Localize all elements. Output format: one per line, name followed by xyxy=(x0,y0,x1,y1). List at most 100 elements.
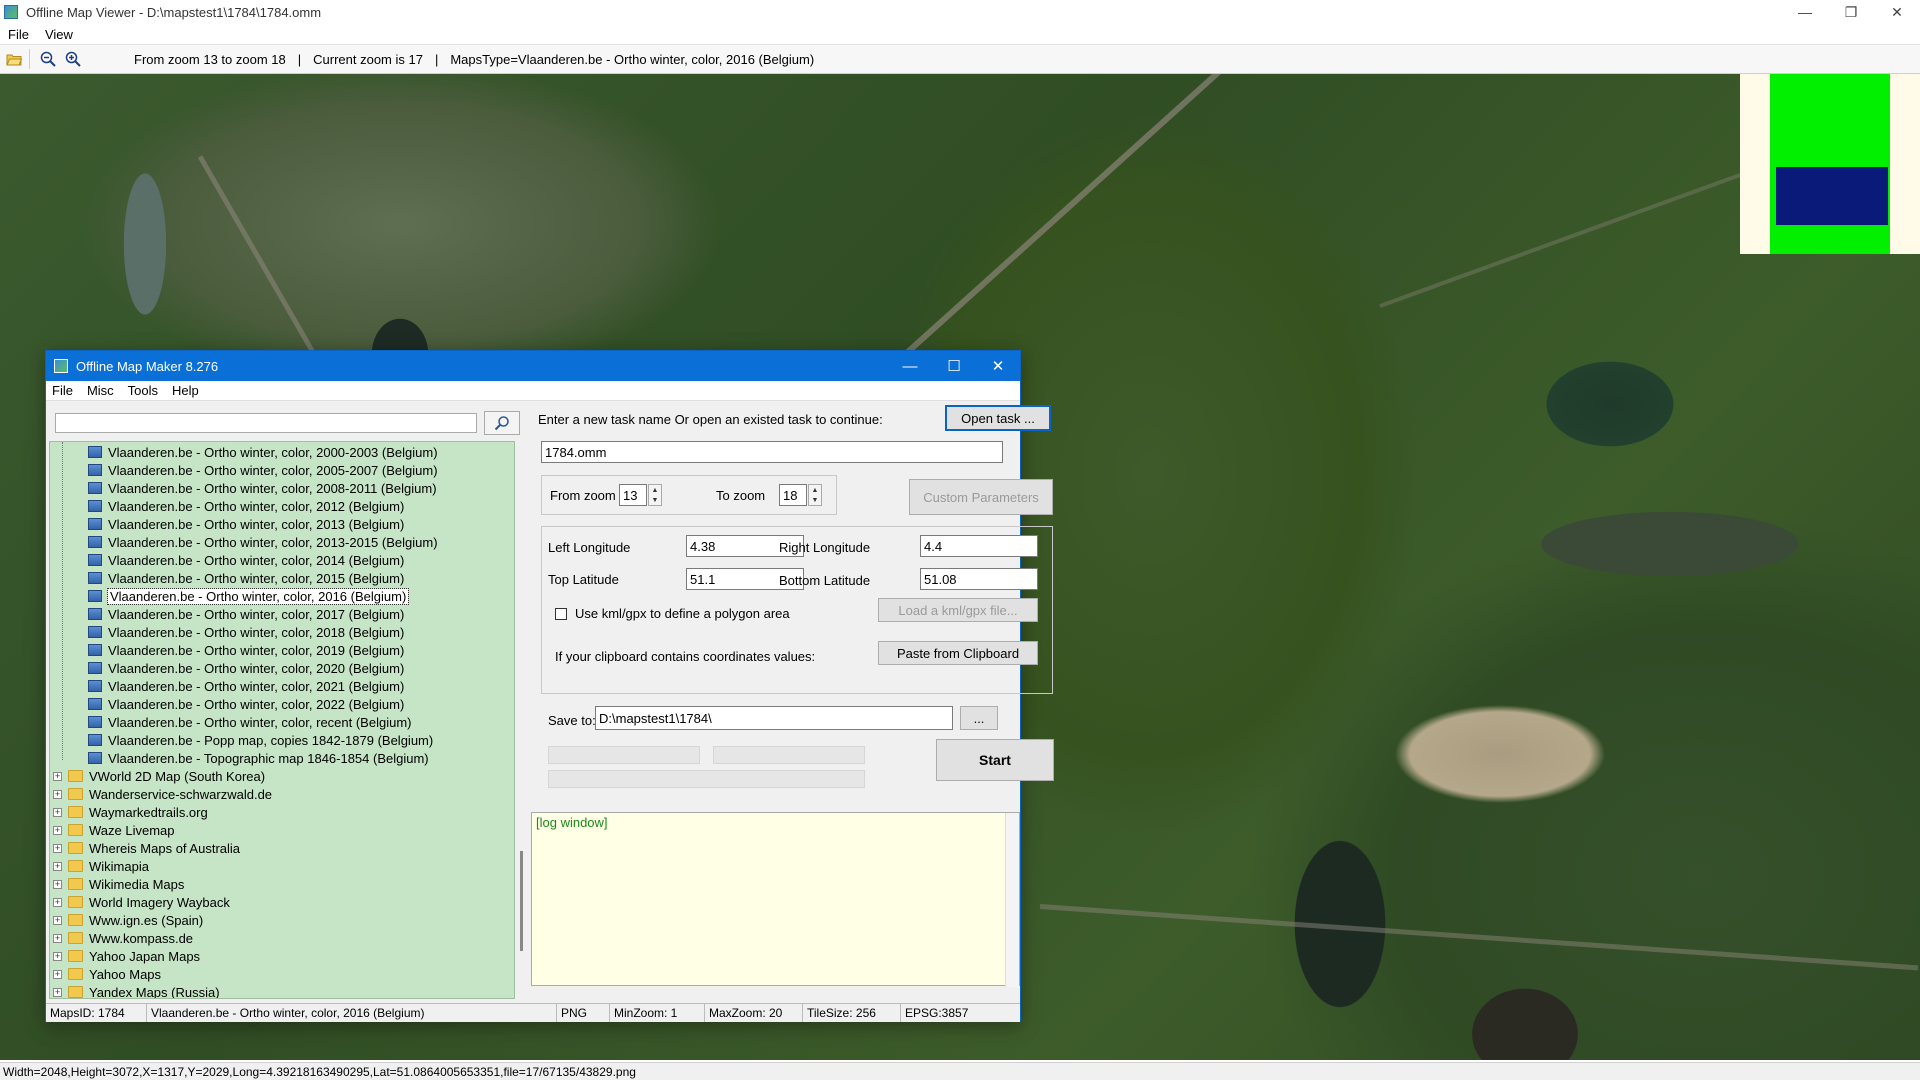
tree-item-map[interactable]: Vlaanderen.be - Ortho winter, color, 201… xyxy=(50,605,514,623)
dialog-menu-file[interactable]: File xyxy=(52,383,73,398)
dialog-menu-tools[interactable]: Tools xyxy=(128,383,158,398)
tree-item-label: Yahoo Japan Maps xyxy=(89,948,201,964)
expand-plus-icon[interactable]: + xyxy=(53,987,62,997)
zoom-in-icon[interactable] xyxy=(62,48,84,70)
tree-item-map[interactable]: Vlaanderen.be - Ortho winter, color, 201… xyxy=(50,569,514,587)
map-layer-icon xyxy=(88,518,102,530)
main-titlebar: Offline Map Viewer - D:\mapstest1\1784\1… xyxy=(0,0,1920,24)
search-button[interactable] xyxy=(484,411,520,435)
tree-item-map[interactable]: Vlaanderen.be - Ortho winter, color, 201… xyxy=(50,533,514,551)
tree-item-label: Vlaanderen.be - Ortho winter, color, 202… xyxy=(108,660,405,676)
spin-up-icon[interactable]: ▲ xyxy=(649,485,661,495)
expand-plus-icon[interactable]: + xyxy=(53,879,62,889)
bottom-latitude-input[interactable]: 51.08 xyxy=(920,568,1038,590)
to-zoom-input[interactable]: 18 xyxy=(779,484,807,506)
tree-item-folder[interactable]: + Wikimapia xyxy=(50,857,514,875)
maps-tree[interactable]: Vlaanderen.be - Ortho winter, color, 200… xyxy=(49,441,515,999)
task-name-input[interactable]: 1784.omm xyxy=(541,441,1003,463)
load-kml-button[interactable]: Load a kml/gpx file... xyxy=(878,598,1038,622)
tree-item-folder[interactable]: + VWorld 2D Map (South Korea) xyxy=(50,767,514,785)
maps-search-input[interactable] xyxy=(55,413,477,433)
tree-item-label: VWorld 2D Map (South Korea) xyxy=(89,768,266,784)
dialog-menu-help[interactable]: Help xyxy=(172,383,199,398)
log-window[interactable]: [log window] xyxy=(531,812,1020,987)
spin-up-icon[interactable]: ▲ xyxy=(809,485,821,495)
save-path-input[interactable]: D:\mapstest1\1784\ xyxy=(595,706,953,730)
tree-item-folder[interactable]: + World Imagery Wayback xyxy=(50,893,514,911)
tree-item-map[interactable]: Vlaanderen.be - Ortho winter, color, rec… xyxy=(50,713,514,731)
open-task-button[interactable]: Open task ... xyxy=(945,405,1051,431)
tree-item-map[interactable]: Vlaanderen.be - Ortho winter, color, 201… xyxy=(50,641,514,659)
tree-item-map[interactable]: Vlaanderen.be - Ortho winter, color, 201… xyxy=(50,497,514,515)
paste-clipboard-button[interactable]: Paste from Clipboard xyxy=(878,641,1038,665)
tree-item-folder[interactable]: + Yahoo Maps xyxy=(50,965,514,983)
spin-down-icon[interactable]: ▼ xyxy=(649,495,661,505)
zoom-out-icon[interactable] xyxy=(37,48,59,70)
tree-item-label: Vlaanderen.be - Ortho winter, color, 201… xyxy=(108,570,405,586)
tree-item-folder[interactable]: + Www.ign.es (Spain) xyxy=(50,911,514,929)
minimap-viewport[interactable] xyxy=(1776,167,1888,225)
dialog-close-button[interactable]: ✕ xyxy=(976,351,1020,381)
tree-item-map[interactable]: Vlaanderen.be - Popp map, copies 1842-18… xyxy=(50,731,514,749)
expand-plus-icon[interactable]: + xyxy=(53,789,62,799)
expand-plus-icon[interactable]: + xyxy=(53,807,62,817)
tree-item-folder[interactable]: + Wikimedia Maps xyxy=(50,875,514,893)
toolbar-info: From zoom 13 to zoom 18 | Current zoom i… xyxy=(134,52,814,67)
expand-plus-icon[interactable]: + xyxy=(53,969,62,979)
dialog-titlebar[interactable]: Offline Map Maker 8.276 — ☐ ✕ xyxy=(46,351,1020,381)
start-button[interactable]: Start xyxy=(936,739,1054,781)
tree-item-folder[interactable]: + Yahoo Japan Maps xyxy=(50,947,514,965)
dialog-maximize-button[interactable]: ☐ xyxy=(932,351,976,381)
dialog-minimize-button[interactable]: — xyxy=(888,351,932,381)
tree-scrollbar-thumb[interactable] xyxy=(520,851,523,951)
custom-parameters-button[interactable]: Custom Parameters xyxy=(909,479,1053,515)
expand-plus-icon[interactable]: + xyxy=(53,915,62,925)
tree-item-label: Vlaanderen.be - Ortho winter, color, 201… xyxy=(106,587,410,605)
menu-view[interactable]: View xyxy=(45,27,73,42)
folder-icon xyxy=(68,770,83,782)
tree-item-map[interactable]: Vlaanderen.be - Ortho winter, color, 200… xyxy=(50,443,514,461)
tree-item-folder[interactable]: + Waymarkedtrails.org xyxy=(50,803,514,821)
tree-item-map[interactable]: Vlaanderen.be - Ortho winter, color, 200… xyxy=(50,461,514,479)
tree-item-folder[interactable]: + Wanderservice-schwarzwald.de xyxy=(50,785,514,803)
expand-plus-icon[interactable]: + xyxy=(53,861,62,871)
open-folder-icon[interactable] xyxy=(3,48,25,70)
spin-down-icon[interactable]: ▼ xyxy=(809,495,821,505)
tree-item-label: Vlaanderen.be - Ortho winter, color, 200… xyxy=(108,444,438,460)
minimize-button[interactable]: — xyxy=(1782,0,1828,24)
right-longitude-input[interactable]: 4.4 xyxy=(920,535,1038,557)
tree-item-folder[interactable]: + Yandex Maps (Russia) xyxy=(50,983,514,998)
tree-item-map[interactable]: Vlaanderen.be - Ortho winter, color, 202… xyxy=(50,659,514,677)
tree-item-map[interactable]: Vlaanderen.be - Ortho winter, color, 201… xyxy=(50,623,514,641)
tree-item-map[interactable]: Vlaanderen.be - Topographic map 1846-185… xyxy=(50,749,514,767)
tree-item-label: Www.ign.es (Spain) xyxy=(89,912,204,928)
menu-file[interactable]: File xyxy=(8,27,29,42)
tree-item-map[interactable]: Vlaanderen.be - Ortho winter, color, 201… xyxy=(50,551,514,569)
tree-item-map[interactable]: Vlaanderen.be - Ortho winter, color, 201… xyxy=(50,587,514,605)
zoom-range-text: From zoom 13 to zoom 18 xyxy=(134,51,286,67)
from-zoom-input[interactable]: 13 xyxy=(619,484,647,506)
tree-item-folder[interactable]: + Whereis Maps of Australia xyxy=(50,839,514,857)
expand-plus-icon[interactable]: + xyxy=(53,771,62,781)
log-scrollbar[interactable] xyxy=(1005,813,1019,987)
expand-plus-icon[interactable]: + xyxy=(53,843,62,853)
tree-item-folder[interactable]: + Www.kompass.de xyxy=(50,929,514,947)
close-button[interactable]: ✕ xyxy=(1874,0,1920,24)
tree-item-map[interactable]: Vlaanderen.be - Ortho winter, color, 200… xyxy=(50,479,514,497)
minimap[interactable] xyxy=(1740,74,1920,254)
tree-item-map[interactable]: Vlaanderen.be - Ortho winter, color, 202… xyxy=(50,677,514,695)
expand-plus-icon[interactable]: + xyxy=(53,951,62,961)
restore-button[interactable]: ❐ xyxy=(1828,0,1874,24)
browse-folder-button[interactable]: ... xyxy=(960,706,998,730)
expand-plus-icon[interactable]: + xyxy=(53,825,62,835)
to-zoom-stepper[interactable]: ▲ ▼ xyxy=(808,484,822,506)
expand-plus-icon[interactable]: + xyxy=(53,933,62,943)
tree-item-map[interactable]: Vlaanderen.be - Ortho winter, color, 202… xyxy=(50,695,514,713)
map-layer-icon xyxy=(88,590,102,602)
from-zoom-stepper[interactable]: ▲ ▼ xyxy=(648,484,662,506)
tree-item-map[interactable]: Vlaanderen.be - Ortho winter, color, 201… xyxy=(50,515,514,533)
expand-plus-icon[interactable]: + xyxy=(53,897,62,907)
tree-item-folder[interactable]: + Waze Livemap xyxy=(50,821,514,839)
kml-polygon-checkbox[interactable] xyxy=(555,608,567,620)
dialog-menu-misc[interactable]: Misc xyxy=(87,383,114,398)
